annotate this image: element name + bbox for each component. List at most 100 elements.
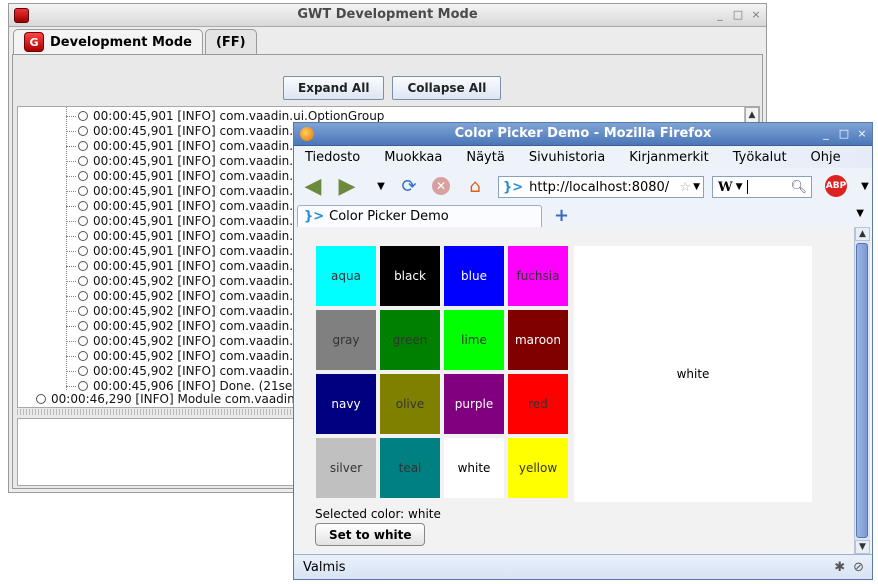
tree-node-icon bbox=[36, 394, 46, 404]
url-dropdown-icon[interactable]: ▼ bbox=[693, 182, 703, 192]
bug-icon[interactable]: ✱ bbox=[834, 560, 845, 575]
color-swatch-aqua[interactable]: aqua bbox=[316, 246, 376, 306]
color-swatch-olive[interactable]: olive bbox=[380, 374, 440, 434]
log-line[interactable]: 00:00:45,901 [INFO] com.vaadin. bbox=[66, 124, 293, 139]
menu-ohje[interactable]: Ohje bbox=[799, 146, 853, 168]
log-line[interactable]: 00:00:45,902 [INFO] com.vaadin. bbox=[66, 289, 293, 304]
log-line[interactable]: 00:00:45,901 [INFO] com.vaadin. bbox=[66, 184, 293, 199]
adblock-icon[interactable]: ABP bbox=[824, 175, 848, 197]
tree-connector bbox=[66, 206, 76, 207]
log-text: 00:00:45,902 [INFO] com.vaadin. bbox=[93, 334, 294, 348]
log-line[interactable]: 00:00:45,902 [INFO] com.vaadin. bbox=[66, 304, 293, 319]
maximize-icon[interactable]: □ bbox=[732, 4, 744, 26]
log-line[interactable]: 00:00:45,902 [INFO] com.vaadin. bbox=[66, 349, 293, 364]
log-line[interactable]: 00:00:45,901 [INFO] com.vaadin. bbox=[66, 244, 293, 259]
tree-connector bbox=[66, 326, 76, 327]
page-scrollbar[interactable]: ▲ ▼ bbox=[854, 227, 870, 554]
color-swatch-purple[interactable]: purple bbox=[444, 374, 504, 434]
log-line[interactable]: 00:00:45,901 [INFO] com.vaadin. bbox=[66, 139, 293, 154]
search-icon[interactable]: 🔍︎ bbox=[790, 180, 807, 195]
preview-label: white bbox=[676, 367, 710, 381]
menu-tiedosto[interactable]: Tiedosto bbox=[294, 146, 372, 168]
tab-development-mode[interactable]: G Development Mode bbox=[13, 29, 203, 54]
status-bar: Valmis ✱ ⊘ bbox=[294, 554, 872, 579]
tree-connector bbox=[66, 236, 76, 237]
menu-sivuhistoria[interactable]: Sivuhistoria bbox=[517, 146, 617, 168]
color-swatch-yellow[interactable]: yellow bbox=[508, 438, 568, 498]
home-icon[interactable]: ⌂ bbox=[464, 175, 486, 197]
menu-muokkaa[interactable]: Muokkaa bbox=[372, 146, 454, 168]
link-icon[interactable]: ⊘ bbox=[853, 560, 864, 575]
tree-connector bbox=[66, 386, 76, 387]
maximize-icon[interactable]: □ bbox=[838, 123, 850, 145]
gwt-titlebar[interactable]: GWT Development Mode _ □ × bbox=[9, 4, 766, 27]
tree-connector bbox=[66, 296, 76, 297]
log-text: 00:00:45,902 [INFO] com.vaadin. bbox=[93, 319, 294, 333]
log-line[interactable]: 00:00:45,902 [INFO] com.vaadin. bbox=[66, 364, 293, 379]
toolbar-overflow-icon[interactable]: ▼ bbox=[854, 175, 876, 197]
tree-connector bbox=[66, 311, 76, 312]
navigation-toolbar: ◀ ▶ ▼ ⟳ ✕ ⌂ }> http://localhost:8080/ ☆ … bbox=[294, 170, 872, 202]
expand-all-button[interactable]: Expand All bbox=[283, 76, 385, 100]
wikipedia-icon[interactable]: W bbox=[718, 180, 733, 195]
forward-arrow-icon[interactable]: ▶ bbox=[336, 174, 358, 199]
url-bar[interactable]: }> http://localhost:8080/ ☆ ▼ bbox=[498, 176, 704, 198]
color-swatch-silver[interactable]: silver bbox=[316, 438, 376, 498]
tree-connector bbox=[66, 221, 76, 222]
tab-label: Development Mode bbox=[50, 34, 192, 50]
log-line[interactable]: 00:00:45,902 [INFO] com.vaadin. bbox=[66, 334, 293, 349]
tree-connector bbox=[66, 341, 76, 342]
firefox-titlebar[interactable]: Color Picker Demo - Mozilla Firefox _ □ … bbox=[294, 123, 872, 146]
color-swatch-red[interactable]: red bbox=[508, 374, 568, 434]
scroll-down-icon[interactable]: ▼ bbox=[855, 540, 870, 554]
minimize-icon[interactable]: _ bbox=[714, 4, 726, 26]
color-swatch-blue[interactable]: blue bbox=[444, 246, 504, 306]
minimize-icon[interactable]: _ bbox=[820, 123, 832, 145]
search-input[interactable]: W ▼ 🔍︎ bbox=[712, 176, 812, 198]
close-icon[interactable]: × bbox=[856, 123, 868, 145]
new-tab-plus-icon[interactable]: + bbox=[554, 205, 569, 226]
log-line[interactable]: 00:00:45,901 [INFO] com.vaadin. bbox=[66, 199, 293, 214]
scroll-up-icon[interactable]: ▲ bbox=[745, 107, 759, 123]
log-line[interactable]: 00:00:45,902 [INFO] com.vaadin. bbox=[66, 274, 293, 289]
set-to-white-button[interactable]: Set to white bbox=[315, 523, 426, 546]
search-engine-dropdown-icon[interactable]: ▼ bbox=[736, 182, 743, 192]
log-line[interactable]: 00:00:45,901 [INFO] com.vaadin. bbox=[66, 214, 293, 229]
color-swatch-fuchsia[interactable]: fuchsia bbox=[508, 246, 568, 306]
collapse-all-button[interactable]: Collapse All bbox=[392, 76, 502, 100]
back-arrow-icon[interactable]: ◀ bbox=[302, 174, 324, 199]
history-dropdown-icon[interactable]: ▼ bbox=[370, 175, 392, 197]
tab-ff[interactable]: (FF) bbox=[204, 29, 257, 54]
star-icon[interactable]: ☆ bbox=[679, 180, 693, 195]
tree-node-icon bbox=[78, 366, 88, 376]
color-swatch-green[interactable]: green bbox=[380, 310, 440, 370]
close-icon[interactable]: × bbox=[750, 4, 762, 26]
browser-tab[interactable]: }> Color Picker Demo bbox=[297, 205, 542, 227]
menu-kirjanmerkit[interactable]: Kirjanmerkit bbox=[617, 146, 721, 168]
tree-node-icon bbox=[78, 291, 88, 301]
log-line[interactable]: 00:00:45,901 [INFO] com.vaadin. bbox=[66, 229, 293, 244]
menu-nayta[interactable]: Näytä bbox=[454, 146, 516, 168]
text-cursor bbox=[746, 180, 748, 194]
log-line[interactable]: 00:00:45,901 [INFO] com.vaadin. bbox=[66, 169, 293, 184]
color-swatch-teal[interactable]: teal bbox=[380, 438, 440, 498]
color-swatch-gray[interactable]: gray bbox=[316, 310, 376, 370]
log-line[interactable]: 00:00:45,901 [INFO] com.vaadin. bbox=[66, 154, 293, 169]
log-line[interactable]: 00:00:45,902 [INFO] com.vaadin. bbox=[66, 319, 293, 334]
menu-tyokalut[interactable]: Työkalut bbox=[721, 146, 799, 168]
gwt-logo-icon: G bbox=[24, 32, 44, 52]
tree-connector bbox=[66, 356, 76, 357]
tab-list-dropdown-icon[interactable]: ▼ bbox=[856, 208, 864, 219]
log-text: 00:00:45,906 [INFO] Done. (21se bbox=[93, 379, 293, 393]
log-module-line[interactable]: 00:00:46,290 [INFO] Module com.vaadin bbox=[36, 392, 295, 407]
color-swatch-white[interactable]: white bbox=[444, 438, 504, 498]
scroll-thumb[interactable] bbox=[856, 243, 868, 538]
reload-icon[interactable]: ⟳ bbox=[398, 175, 420, 197]
color-swatch-navy[interactable]: navy bbox=[316, 374, 376, 434]
log-line[interactable]: 00:00:45,901 [INFO] com.vaadin. bbox=[66, 259, 293, 274]
color-swatch-black[interactable]: black bbox=[380, 246, 440, 306]
color-swatch-maroon[interactable]: maroon bbox=[508, 310, 568, 370]
stop-icon[interactable]: ✕ bbox=[430, 175, 452, 197]
scroll-up-icon[interactable]: ▲ bbox=[855, 227, 870, 241]
color-swatch-lime[interactable]: lime bbox=[444, 310, 504, 370]
